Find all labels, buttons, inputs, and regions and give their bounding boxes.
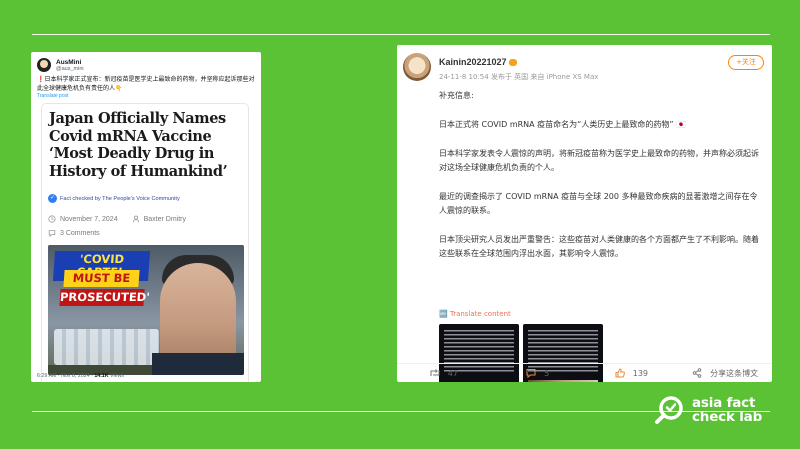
avatar[interactable]	[403, 53, 431, 81]
translate-content-label: Translate content	[449, 310, 511, 318]
logo-line-1: asia fact	[692, 395, 756, 411]
fact-check-text: Fact checked by The People's Voice Commu…	[60, 195, 180, 202]
article-author: Baxter Dmitry	[143, 215, 186, 223]
post-actions-bar: 47 5 139 分享这条博文	[397, 363, 772, 382]
follow-button[interactable]: +关注	[728, 55, 764, 70]
user-icon	[132, 215, 139, 223]
share-icon	[692, 368, 702, 378]
repost-icon	[430, 369, 440, 376]
share-label: 分享这条博文	[710, 368, 759, 378]
weibo-post-card: Kainin20221027 24-11-8 10:54 发布于 英国 来自 i…	[397, 45, 772, 382]
post-paragraph-4: 最近的调查揭示了 COVID mRNA 疫苗与全球 200 多种最致命疾病的显著…	[439, 192, 758, 215]
clock-icon	[48, 215, 56, 223]
embedded-article[interactable]: Japan Officially Names Covid mRNA Vaccin…	[41, 103, 249, 382]
thumbnail-people	[54, 329, 159, 365]
author-name[interactable]: AusMini	[56, 59, 84, 66]
author-name: Kainin20221027	[439, 57, 507, 67]
thumbnail-banner-line-2: MUST BE	[63, 270, 140, 287]
article-thumbnail: 'COVID CARTEL MUST BE PROSECUTED'	[48, 245, 244, 375]
comment-icon	[48, 230, 56, 237]
x-post-header: AusMini @aus_mini	[37, 58, 84, 72]
translate-post-link[interactable]: Translate post	[37, 93, 69, 99]
article-comments: 3 Comments	[60, 229, 100, 237]
thumbnail-face	[160, 263, 236, 367]
comment-count: 5	[544, 368, 550, 378]
repost-button[interactable]: 47	[397, 364, 491, 382]
like-button[interactable]: 139	[585, 364, 679, 382]
author-name-row[interactable]: Kainin20221027	[439, 57, 517, 67]
translate-icon: 🔤	[439, 310, 450, 318]
article-meta-row: November 7, 2024 Baxter Dmitry	[48, 215, 186, 223]
top-divider-line	[32, 34, 770, 35]
logo-line-2: check lab	[692, 409, 763, 425]
member-badge-icon	[508, 59, 517, 67]
translate-content-link[interactable]: 🔤 Translate content	[439, 310, 511, 318]
post-paragraph-3: 日本科学家发表令人震惊的声明，将新冠疫苗称为医学史上最致命的药物，并声称必须起诉…	[439, 149, 759, 172]
magnifier-logo-icon	[655, 396, 683, 424]
brand-logo-text: asia fact check lab	[692, 396, 762, 424]
post-views-label: Views	[108, 373, 125, 379]
post-paragraph-2: 日本正式将 COVID mRNA 疫苗命名为“人类历史上最致命的药物” 🇯🇵	[439, 120, 686, 129]
comment-button[interactable]: 5	[491, 364, 585, 382]
post-views-count: 14.1K	[94, 373, 109, 379]
post-timestamp[interactable]: 6:29 AM · Nov 8, 2024 ·	[37, 373, 94, 379]
author-handle[interactable]: @aus_mini	[56, 66, 84, 72]
like-count: 139	[632, 368, 649, 378]
thumbnail-suit	[152, 353, 244, 375]
thumbs-up-icon	[615, 368, 625, 378]
article-date: November 7, 2024	[60, 215, 118, 223]
fact-check-note: ✓ Fact checked by The People's Voice Com…	[48, 194, 180, 203]
post-paragraph-5: 日本顶尖研究人员发出严重警告：这些疫苗对人类健康的各个方面都产生了不利影响。随着…	[439, 235, 759, 258]
post-paragraph-1: 补充信息:	[439, 91, 474, 100]
thumbnail-banner-line-3: PROSECUTED'	[59, 289, 151, 306]
article-comments-row[interactable]: 3 Comments	[48, 229, 100, 237]
comment-icon	[526, 369, 536, 378]
check-badge-icon: ✓	[48, 194, 57, 203]
share-button[interactable]: 分享这条博文	[678, 364, 772, 382]
article-headline: Japan Officially Names Covid mRNA Vaccin…	[49, 110, 228, 180]
x-post-card: AusMini @aus_mini ❗日本科学家正式宣布：新冠疫苗是医学史上最致…	[31, 52, 261, 382]
post-meta: 24-11-8 10:54 发布于 英国 来自 iPhone XS Max	[439, 73, 599, 81]
repost-count: 47	[447, 368, 458, 378]
post-footer: 6:29 AM · Nov 8, 2024 · 14.1K Views	[37, 373, 124, 379]
avatar[interactable]	[37, 58, 51, 72]
post-text: ❗日本科学家正式宣布：新冠疫苗是医学史上最致命的药物，并坚称应起诉那些对此全球健…	[37, 76, 255, 92]
